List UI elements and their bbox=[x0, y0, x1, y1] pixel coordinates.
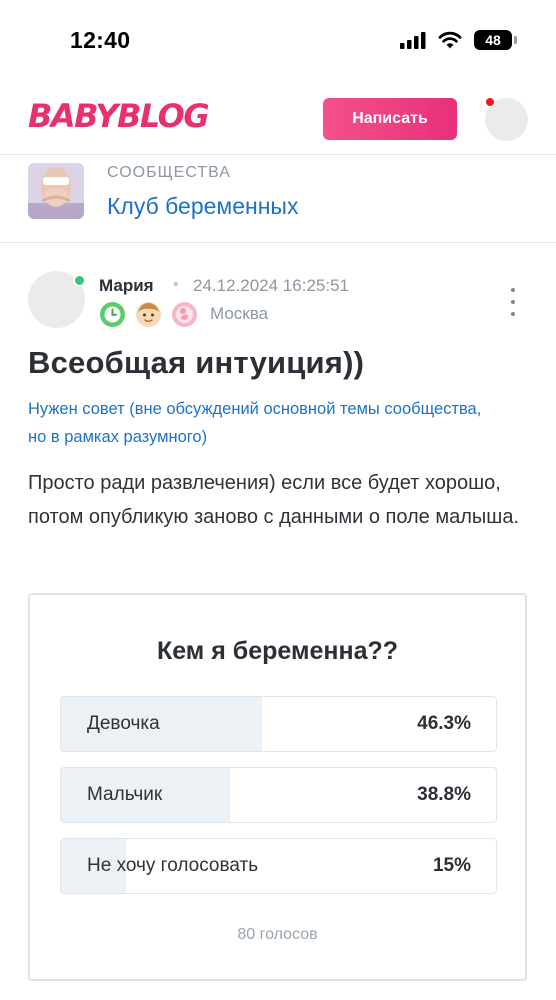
poll: Кем я беременна?? Девочка 46.3% Мальчик … bbox=[28, 593, 527, 981]
battery-icon: 48 bbox=[474, 30, 517, 50]
poll-option-percent: 38.8% bbox=[417, 784, 471, 805]
poll-option-percent: 46.3% bbox=[417, 713, 471, 734]
meta-separator: • bbox=[173, 276, 179, 293]
poll-option-label: Девочка bbox=[87, 713, 160, 734]
notification-dot-icon bbox=[485, 97, 495, 107]
community-link[interactable]: Клуб беременных bbox=[107, 193, 298, 220]
status-bar: 12:40 48 bbox=[0, 0, 556, 84]
write-button[interactable]: Написать bbox=[323, 98, 457, 140]
pregnancy-badge-icon bbox=[171, 301, 198, 328]
more-options-icon[interactable] bbox=[505, 288, 521, 316]
post-location: Москва bbox=[210, 304, 269, 323]
community-caption: СООБЩЕСТВА bbox=[107, 164, 231, 181]
post-date: 24.12.2024 16:25:51 bbox=[193, 276, 349, 295]
poll-vote-count: 80 голосов bbox=[237, 926, 318, 943]
post-text: Просто ради развлечения) если все будет … bbox=[28, 472, 520, 528]
site-header: BABYBLOG Написать bbox=[0, 84, 556, 155]
poll-option[interactable]: Не хочу голосовать 15% bbox=[60, 838, 497, 894]
poll-option[interactable]: Мальчик 38.8% bbox=[60, 767, 497, 823]
poll-option-percent: 15% bbox=[432, 855, 471, 876]
poll-option[interactable]: Девочка 46.3% bbox=[60, 696, 497, 752]
baby-face-badge-icon bbox=[135, 301, 162, 328]
status-icons: 48 bbox=[400, 30, 517, 50]
poll-question: Кем я беременна?? bbox=[156, 637, 399, 665]
cellular-signal-icon bbox=[400, 31, 426, 49]
author-name[interactable]: Мария bbox=[99, 276, 154, 296]
poll-option-label: Мальчик bbox=[87, 784, 163, 805]
community-block: СООБЩЕСТВА Клуб беременных bbox=[0, 155, 556, 243]
poll-option-label: Не хочу голосовать bbox=[87, 855, 259, 876]
post-rubric-link[interactable]: Нужен совет (вне обсуждений основной тем… bbox=[28, 395, 498, 451]
post-title: Всеобщая интуиция)) bbox=[28, 345, 365, 380]
online-status-icon bbox=[73, 274, 86, 287]
status-time: 12:40 bbox=[70, 27, 131, 53]
babyblog-logo[interactable]: BABYBLOG bbox=[28, 97, 210, 135]
battery-level: 48 bbox=[485, 32, 501, 48]
clock-badge-icon bbox=[99, 301, 126, 328]
author-badges bbox=[99, 301, 198, 328]
wifi-icon bbox=[438, 31, 462, 49]
community-thumbnail[interactable] bbox=[28, 163, 84, 219]
